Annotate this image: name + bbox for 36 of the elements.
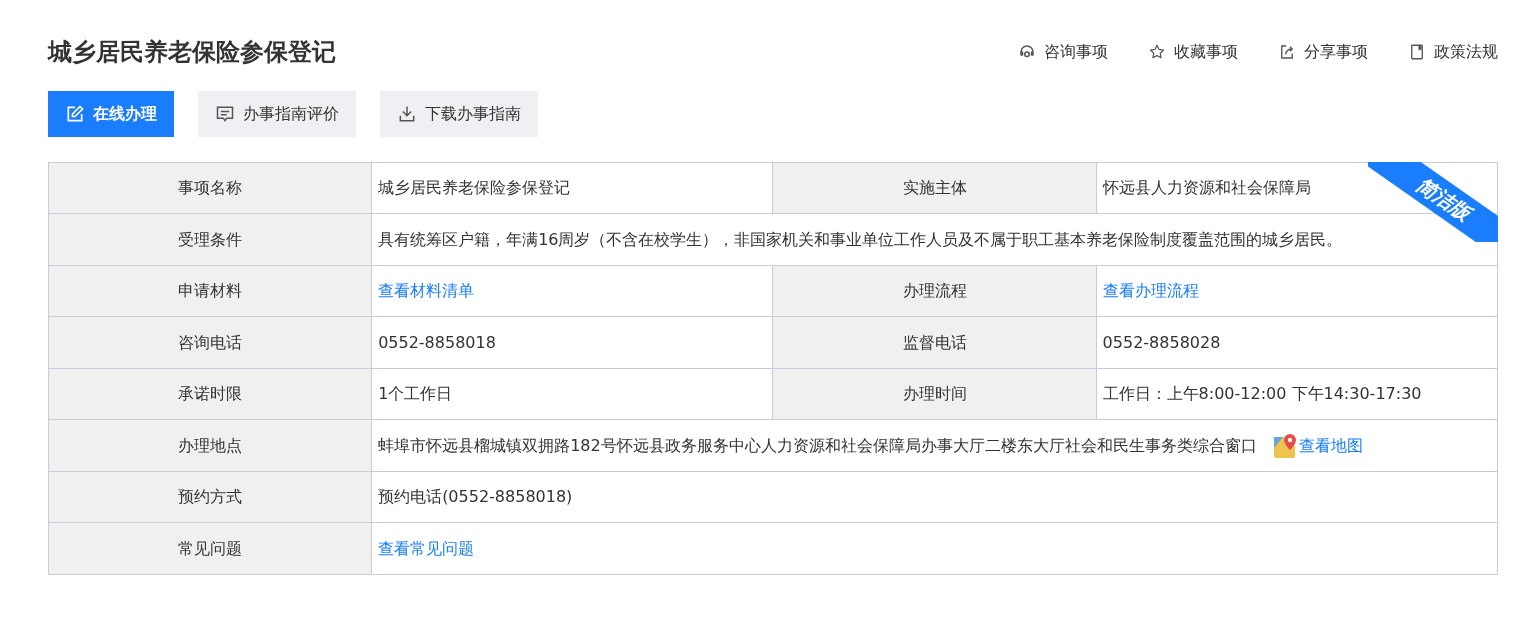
- edition-ribbon: 简洁版: [1368, 161, 1498, 242]
- action-button[interactable]: 下载办事指南: [380, 90, 538, 137]
- field-label: 实施主体: [773, 162, 1097, 214]
- field-label: 监督电话: [773, 316, 1097, 369]
- action-button[interactable]: 在线办理: [48, 90, 174, 137]
- header-link[interactable]: 分享事项: [1278, 40, 1368, 65]
- address-text: 蚌埠市怀远县榴城镇双拥路182号怀远县政务服务中心人力资源和社会保障局办事大厅二楼东大厅社会和民生事务类综合窗口: [378, 435, 1257, 455]
- table-cell: 工作日：上午8:00-12:00 下午14:30-17:30: [1096, 368, 1498, 420]
- view-link[interactable]: 查看常见问题: [378, 538, 475, 558]
- header-link[interactable]: 收藏事项: [1148, 40, 1238, 65]
- map-link[interactable]: 查看地图: [1298, 435, 1363, 455]
- header-link[interactable]: 政策法规: [1408, 40, 1498, 65]
- field-label: 办理时间: [773, 368, 1097, 420]
- share-icon: [1278, 43, 1296, 62]
- field-label: 受理条件: [48, 213, 372, 266]
- header-link[interactable]: 咨询事项: [1018, 40, 1108, 65]
- edit-icon: [65, 103, 85, 124]
- field-label: 预约方式: [48, 471, 372, 523]
- book-icon: [1408, 43, 1426, 62]
- field-label: 申请材料: [48, 265, 372, 317]
- table-cell: 城乡居民养老保险参保登记: [371, 162, 773, 214]
- field-label: 办理流程: [773, 265, 1097, 317]
- table-cell: 0552-8858018: [371, 316, 773, 369]
- page-title: 城乡居民养老保险参保登记: [48, 38, 336, 67]
- field-label: 事项名称: [48, 162, 372, 214]
- map-pin-icon: [1272, 432, 1299, 459]
- view-link[interactable]: 查看材料清单: [378, 281, 475, 301]
- table-cell: 0552-8858028: [1096, 316, 1498, 369]
- field-label: 承诺时限: [48, 368, 372, 420]
- view-link[interactable]: 查看办理流程: [1102, 281, 1199, 301]
- action-button[interactable]: 办事指南评价: [198, 90, 356, 137]
- field-label: 办理地点: [48, 419, 372, 472]
- table-cell: 预约电话(0552-8858018): [371, 471, 1498, 523]
- table-cell: 1个工作日: [371, 368, 773, 420]
- field-label: 咨询电话: [48, 316, 372, 369]
- field-label: 常见问题: [48, 522, 372, 575]
